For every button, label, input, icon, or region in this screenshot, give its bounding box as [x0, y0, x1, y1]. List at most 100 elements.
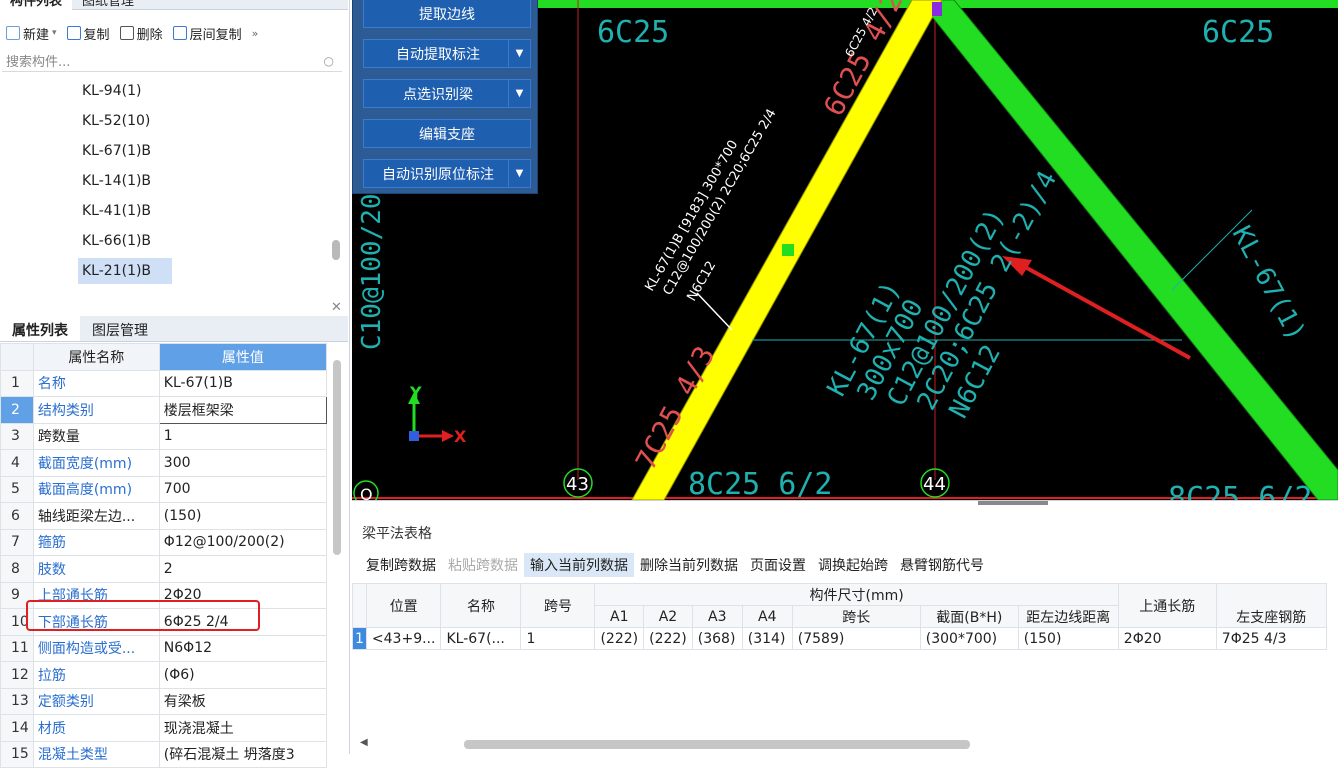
- tab-layer-management[interactable]: 图层管理: [80, 316, 160, 341]
- header-edge-distance: 距左边线距离: [1017, 605, 1119, 628]
- property-row[interactable]: 1 名称 KL-67(1)B: [0, 369, 328, 397]
- row-number: 1: [352, 627, 367, 650]
- scroll-left-icon[interactable]: ◀: [360, 737, 368, 748]
- list-item[interactable]: KL-52(10): [78, 108, 154, 134]
- list-item[interactable]: KL-41(1)B: [78, 198, 155, 224]
- chevron-down-icon[interactable]: ▼: [508, 40, 530, 67]
- property-name: 结构类别: [32, 396, 160, 424]
- delete-button[interactable]: 删除: [119, 24, 163, 43]
- property-value[interactable]: 有梁板: [158, 687, 328, 715]
- table-cell[interactable]: KL-67(...: [440, 627, 522, 650]
- property-value[interactable]: Φ12@100/200(2): [158, 528, 328, 556]
- property-value[interactable]: 700: [158, 475, 328, 503]
- input-column-button[interactable]: 输入当前列数据: [524, 553, 634, 577]
- table-cell[interactable]: (7589): [791, 627, 921, 650]
- table-cell[interactable]: (368): [691, 627, 743, 650]
- property-row[interactable]: 5 截面高度(mm) 700: [0, 475, 328, 503]
- property-scrollbar[interactable]: [333, 360, 341, 555]
- search-input[interactable]: 搜索构件... ○: [2, 50, 342, 72]
- cad-bottom-8c25: 8C25 6/2: [688, 467, 833, 500]
- edit-support-button[interactable]: 编辑支座: [363, 119, 531, 148]
- more-button[interactable]: »: [252, 27, 259, 40]
- property-row[interactable]: 6 轴线距梁左边... (150): [0, 502, 328, 530]
- tab-component-list[interactable]: 构件列表: [0, 0, 73, 11]
- extract-edge-label: 提取边线: [419, 6, 475, 23]
- component-list-scrollbar[interactable]: [332, 240, 340, 260]
- property-name: 定额类别: [32, 687, 160, 715]
- copy-label: 复制: [83, 27, 110, 43]
- paste-span-button[interactable]: 粘贴跨数据: [442, 553, 524, 577]
- chevron-down-icon[interactable]: ▼: [508, 160, 530, 187]
- table-cell[interactable]: (222): [643, 627, 693, 650]
- list-item-selected[interactable]: KL-21(1)B: [78, 258, 172, 284]
- row-number: 15: [0, 740, 34, 768]
- table-cell[interactable]: (222): [594, 627, 645, 650]
- axis-label-44: 44: [923, 474, 946, 495]
- list-item[interactable]: KL-14(1)B: [78, 168, 155, 194]
- table-cell[interactable]: (300*700): [919, 627, 1019, 650]
- chevron-down-icon[interactable]: ▼: [508, 80, 530, 107]
- property-value[interactable]: (150): [158, 502, 328, 530]
- property-row[interactable]: 3 跨数量 1: [0, 422, 328, 450]
- property-value[interactable]: 楼层框架梁: [158, 396, 328, 424]
- row-number: 4: [0, 449, 34, 477]
- table-row[interactable]: 1 <43+9... KL-67(... 1 (222) (222) (368)…: [352, 627, 1327, 650]
- property-value[interactable]: N6Φ12: [158, 634, 328, 662]
- extract-edge-button[interactable]: 提取边线: [363, 0, 531, 28]
- property-row[interactable]: 4 截面宽度(mm) 300: [0, 449, 328, 477]
- auto-extract-label: 自动提取标注: [396, 46, 480, 63]
- left-panel: 构件列表 图纸管理 新建 ▾ 复制 删除 层间复制 » 搜索构件... ○ KL-9…: [0, 0, 350, 768]
- tab-drawing-management[interactable]: 图纸管理: [72, 0, 144, 11]
- property-value[interactable]: KL-67(1)B: [158, 369, 328, 397]
- row-number: 13: [0, 687, 34, 715]
- select-identify-beam-button[interactable]: 点选识别梁 ▼: [363, 79, 531, 108]
- property-value[interactable]: (碎石混凝土 坍落度3: [158, 740, 328, 768]
- property-row[interactable]: 12 拉筋 (Φ6): [0, 661, 328, 689]
- property-row[interactable]: 14 材质 现浇混凝土: [0, 714, 328, 742]
- swap-start-span-button[interactable]: 调换起始跨: [812, 553, 894, 577]
- highlight-box: [26, 600, 260, 631]
- property-value[interactable]: 300: [158, 449, 328, 477]
- property-value[interactable]: 1: [158, 422, 328, 450]
- list-item[interactable]: KL-94(1): [78, 78, 145, 104]
- property-value[interactable]: 2: [158, 555, 328, 583]
- floor-copy-label: 层间复制: [189, 27, 242, 43]
- new-label: 新建: [23, 27, 50, 43]
- cad-kl-right: KL-67(1): [1226, 221, 1311, 346]
- delete-column-button[interactable]: 删除当前列数据: [634, 553, 744, 577]
- search-icon: ○: [323, 53, 334, 68]
- row-number-header: [0, 343, 34, 371]
- grip-square[interactable]: [782, 244, 794, 256]
- property-row[interactable]: 15 混凝土类型 (碎石混凝土 坍落度3: [0, 740, 328, 768]
- page-setup-button[interactable]: 页面设置: [744, 553, 812, 577]
- table-cell[interactable]: (314): [741, 627, 793, 650]
- copy-button[interactable]: 复制: [66, 24, 110, 43]
- tab-property-list[interactable]: 属性列表: [0, 316, 80, 341]
- property-row[interactable]: 2 结构类别 楼层框架梁: [0, 396, 328, 424]
- auto-extract-annotation-button[interactable]: 自动提取标注 ▼: [363, 39, 531, 68]
- property-row[interactable]: 11 侧面构造或受... N6Φ12: [0, 634, 328, 662]
- copy-span-button[interactable]: 复制跨数据: [360, 553, 442, 577]
- new-button[interactable]: 新建 ▾: [6, 24, 57, 43]
- table-cell[interactable]: 2Φ20: [1117, 627, 1217, 650]
- table-cell[interactable]: (150): [1017, 627, 1119, 650]
- floor-copy-button[interactable]: 层间复制: [172, 24, 242, 43]
- cantilever-code-button[interactable]: 悬臂钢筋代号: [894, 553, 990, 577]
- list-item[interactable]: KL-67(1)B: [78, 138, 155, 164]
- property-value-header: 属性值: [158, 343, 328, 371]
- splitter-handle[interactable]: [978, 501, 1048, 505]
- property-value[interactable]: 现浇混凝土: [158, 714, 328, 742]
- property-value[interactable]: (Φ6): [158, 661, 328, 689]
- horizontal-scrollbar[interactable]: [464, 740, 970, 749]
- trash-icon: [119, 26, 134, 40]
- property-row[interactable]: 7 箍筋 Φ12@100/200(2): [0, 528, 328, 556]
- list-item[interactable]: KL-66(1)B: [78, 228, 155, 254]
- table-cell[interactable]: <43+9...: [365, 627, 442, 650]
- property-row[interactable]: 8 肢数 2: [0, 555, 328, 583]
- auto-identify-in-situ-button[interactable]: 自动识别原位标注 ▼: [363, 159, 531, 188]
- table-cell[interactable]: 7Φ25 4/3: [1215, 627, 1327, 650]
- close-icon[interactable]: ✕: [331, 300, 342, 315]
- table-cell[interactable]: 1: [520, 627, 596, 650]
- property-name: 材质: [32, 714, 160, 742]
- property-row[interactable]: 13 定额类别 有梁板: [0, 687, 328, 715]
